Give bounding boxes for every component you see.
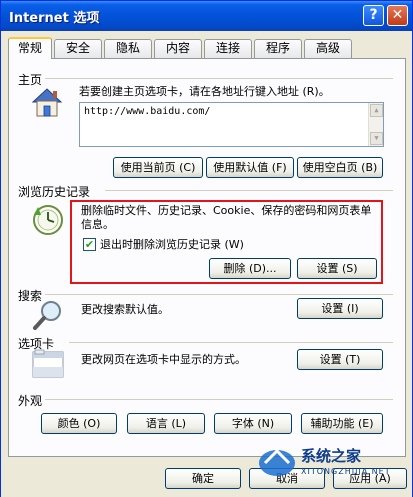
ok-button[interactable]: 确定 — [165, 468, 241, 489]
tab-strip: 常规 安全 隐私 内容 连接 程序 高级 — [8, 37, 408, 59]
delete-on-exit-checkbox[interactable]: ✔ — [83, 238, 96, 251]
window-title: Internet 选项 — [9, 11, 100, 26]
home-url-scrollbar[interactable]: ▲ ▼ — [368, 103, 383, 146]
tabbed-window-icon — [32, 349, 64, 379]
delete-on-exit-label[interactable]: 退出时删除浏览历史记录 (W) — [100, 238, 244, 252]
fonts-button[interactable]: 字体 (N) — [214, 413, 292, 434]
title-bar[interactable]: Internet 选项 ? ✕ — [1, 1, 412, 31]
tab-content[interactable]: 内容 — [154, 39, 202, 58]
clock-history-icon — [31, 203, 65, 237]
search-settings-button[interactable]: 设置 (I) — [297, 298, 383, 319]
watermark-logo-icon — [259, 448, 295, 476]
accessibility-button[interactable]: 辅助功能 (E) — [301, 413, 383, 434]
use-default-button[interactable]: 使用默认值 (F) — [206, 157, 294, 178]
search-description: 更改搜索默认值。 — [81, 303, 169, 316]
tabs-description: 更改网页在选项卡中显示的方式。 — [81, 353, 246, 366]
watermark: 系统之家 XITONGZHIJIA.NET — [257, 441, 407, 481]
tabs-divider — [69, 342, 393, 343]
scroll-up-arrow-icon[interactable]: ▲ — [370, 104, 383, 117]
home-url-textarea[interactable]: http://www.baidu.com/ ▲ ▼ — [79, 102, 384, 147]
languages-button[interactable]: 语言 (L) — [127, 413, 205, 434]
general-tab-panel: 主页 若要创建主页选项卡，请在各地址行键入地址 (R)。 http://www.… — [8, 58, 406, 457]
tab-programs[interactable]: 程序 — [254, 39, 302, 58]
tab-general[interactable]: 常规 — [8, 37, 52, 59]
help-button[interactable]: ? — [363, 5, 384, 26]
use-current-page-button[interactable]: 使用当前页 (C) — [113, 157, 203, 178]
tab-privacy[interactable]: 隐私 — [104, 39, 152, 58]
appearance-section-title: 外观 — [18, 394, 43, 408]
history-divider — [105, 190, 393, 191]
magnifier-icon — [31, 298, 65, 332]
home-url-value: http://www.baidu.com/ — [84, 106, 211, 117]
close-button[interactable]: ✕ — [387, 5, 408, 26]
tab-security[interactable]: 安全 — [54, 39, 102, 58]
search-divider — [45, 294, 393, 295]
use-blank-button[interactable]: 使用空白页 (B) — [297, 157, 383, 178]
colors-button[interactable]: 颜色 (O) — [41, 413, 117, 434]
history-settings-button[interactable]: 设置 (S) — [297, 258, 377, 279]
home-divider — [45, 78, 393, 79]
delete-history-button[interactable]: 删除 (D)... — [209, 258, 291, 279]
tabs-settings-button[interactable]: 设置 (T) — [297, 349, 383, 370]
tab-connections[interactable]: 连接 — [204, 39, 252, 58]
watermark-text: 系统之家 — [301, 447, 362, 465]
scroll-down-arrow-icon[interactable]: ▼ — [370, 132, 383, 145]
house-icon — [29, 84, 65, 120]
history-section-title: 浏览历史记录 — [18, 185, 91, 199]
history-description: 删除临时文件、历史记录、Cookie、保存的密码和网页表单信息。 — [81, 204, 372, 231]
watermark-subtext: XITONGZHIJIA.NET — [301, 467, 391, 476]
home-description: 若要创建主页选项卡，请在各地址行键入地址 (R)。 — [79, 85, 330, 98]
appearance-divider — [45, 399, 393, 400]
internet-options-dialog: Internet 选项 ? ✕ 常规 安全 隐私 内容 连接 程序 高级 主页 … — [0, 0, 413, 497]
tab-advanced[interactable]: 高级 — [304, 39, 352, 58]
